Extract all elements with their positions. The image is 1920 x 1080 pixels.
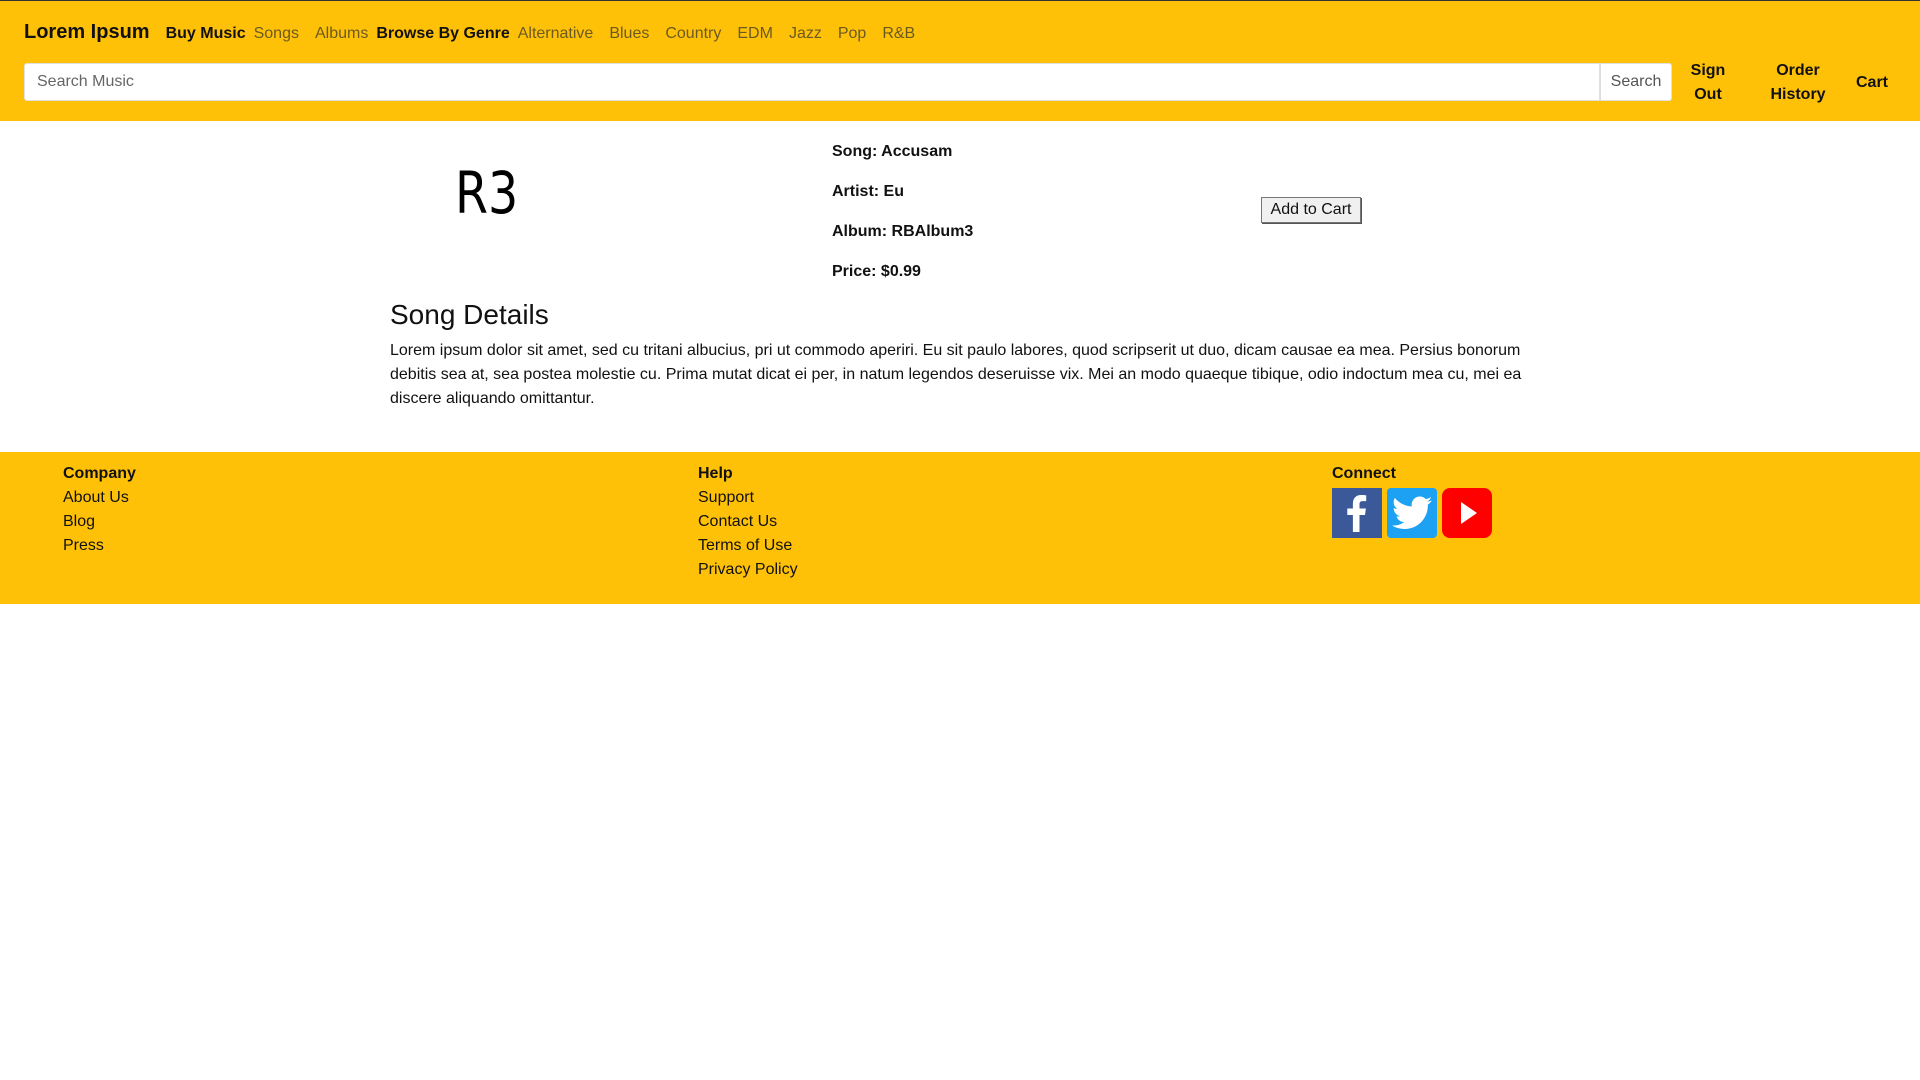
- social-icons: [1332, 488, 1492, 538]
- footer-link-blog[interactable]: Blog: [63, 510, 136, 534]
- song-album: Album: RBAlbum3: [832, 223, 974, 240]
- footer-link-contact-us[interactable]: Contact Us: [698, 510, 798, 534]
- footer-link-terms[interactable]: Terms of Use: [698, 534, 798, 558]
- song-title: Song: Accusam: [832, 143, 953, 160]
- brand-logo[interactable]: Lorem Ipsum: [24, 21, 150, 44]
- sign-out-link[interactable]: Sign Out: [1680, 59, 1736, 107]
- footer-connect-title: Connect: [1332, 465, 1396, 482]
- song-details-text: Lorem ipsum dolor sit amet, sed cu trita…: [390, 342, 1522, 407]
- footer-connect: Connect: [1332, 462, 1492, 538]
- footer-link-privacy[interactable]: Privacy Policy: [698, 558, 798, 582]
- site-header: Lorem Ipsum Buy Music Songs Albums Brows…: [0, 1, 1920, 121]
- song-info: Song: Accusam Artist: Eu Album: RBAlbum3…: [832, 141, 973, 301]
- footer-link-about-us[interactable]: About Us: [63, 486, 136, 510]
- nav-genre-pop[interactable]: Pop: [838, 25, 866, 43]
- footer-help-title: Help: [698, 465, 733, 482]
- facebook-icon[interactable]: [1332, 488, 1382, 538]
- nav-bar: Lorem Ipsum Buy Music Songs Albums Brows…: [24, 21, 931, 44]
- song-details-heading: Song Details: [390, 299, 549, 330]
- search-input[interactable]: [24, 63, 1600, 101]
- site-footer: Company About Us Blog Press Help Support…: [0, 452, 1920, 604]
- cart-link[interactable]: Cart: [1852, 71, 1892, 95]
- footer-help: Help Support Contact Us Terms of Use Pri…: [698, 462, 798, 582]
- add-to-cart-button[interactable]: Add to Cart: [1261, 197, 1361, 223]
- nav-genre-rnb[interactable]: R&B: [882, 25, 915, 43]
- song-artist: Artist: Eu: [832, 183, 904, 200]
- nav-genre-jazz[interactable]: Jazz: [789, 25, 822, 43]
- nav-link-songs[interactable]: Songs: [254, 25, 299, 43]
- footer-link-press[interactable]: Press: [63, 534, 136, 558]
- nav-heading-buy-music: Buy Music: [165, 25, 246, 42]
- footer-link-support[interactable]: Support: [698, 486, 798, 510]
- nav-genre-alternative[interactable]: Alternative: [518, 25, 594, 43]
- footer-company-title: Company: [63, 465, 136, 482]
- twitter-icon[interactable]: [1387, 488, 1437, 538]
- nav-link-albums[interactable]: Albums: [315, 25, 368, 43]
- song-page: R3 Song: Accusam Artist: Eu Album: RBAlb…: [0, 121, 1920, 452]
- album-art: R3: [455, 159, 519, 227]
- footer-company: Company About Us Blog Press: [63, 462, 136, 558]
- nav-heading-browse-genre: Browse By Genre: [376, 25, 510, 42]
- nav-genre-country[interactable]: Country: [665, 25, 721, 43]
- nav-genre-edm[interactable]: EDM: [737, 25, 773, 43]
- nav-genre-blues[interactable]: Blues: [609, 25, 649, 43]
- search-button[interactable]: Search: [1600, 63, 1672, 101]
- search-bar: Search: [24, 63, 1672, 101]
- order-history-link[interactable]: Order History: [1760, 59, 1836, 107]
- youtube-icon[interactable]: [1442, 488, 1492, 538]
- song-price: Price: $0.99: [832, 263, 921, 280]
